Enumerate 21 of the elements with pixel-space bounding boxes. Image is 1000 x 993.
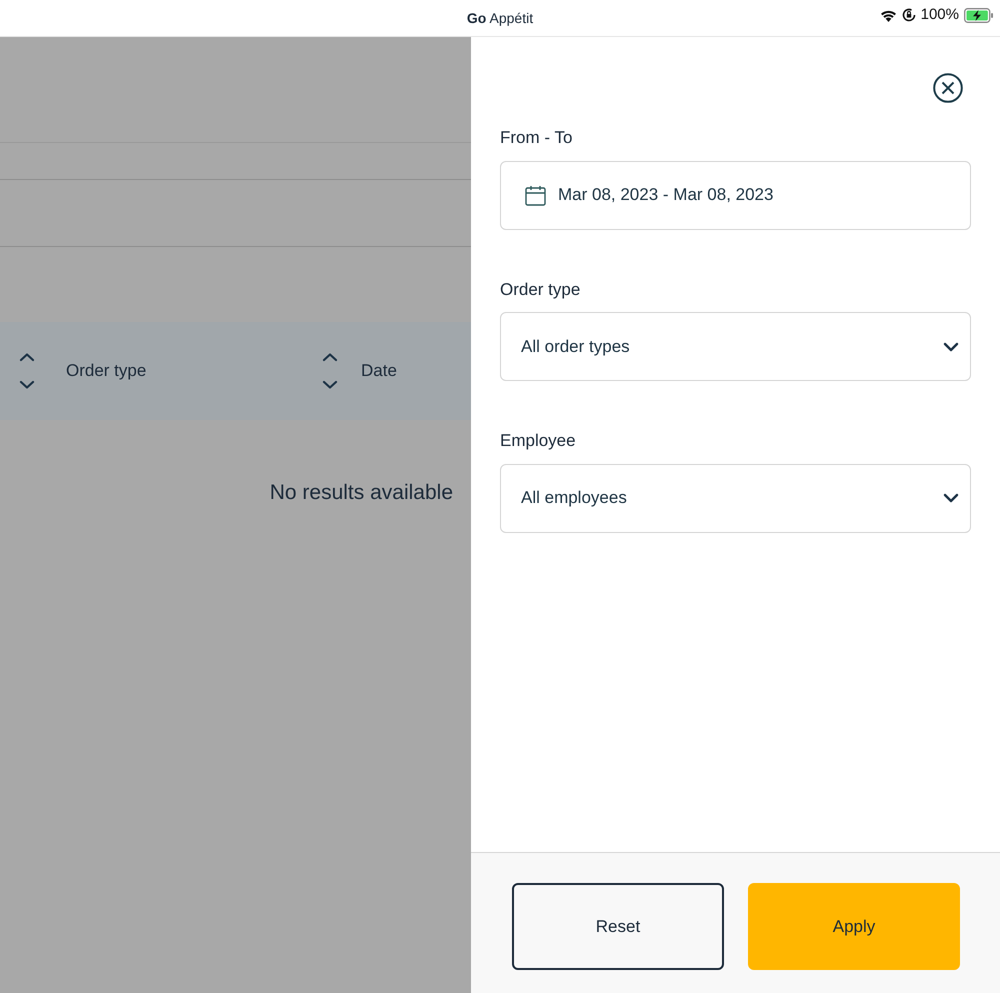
field-label: Order type (500, 278, 582, 300)
reset-button[interactable]: Reset (512, 883, 724, 970)
dropdown-field[interactable]: All order types (500, 312, 971, 381)
field-label: Employee (500, 430, 577, 452)
chevron-down-icon (943, 342, 959, 352)
column-header: Order type (66, 360, 146, 382)
wifi-icon (880, 8, 897, 22)
field-label: From - To (500, 127, 574, 149)
chevron-down-icon (943, 493, 959, 503)
column-header: Date (361, 360, 397, 382)
dropdown-field[interactable]: All employees (500, 464, 971, 532)
app-title: Go Appétit (466, 8, 534, 28)
close-icon[interactable] (933, 73, 963, 103)
apply-button[interactable]: Apply (748, 883, 960, 970)
battery-percent: 100% (920, 5, 959, 25)
date-range-field[interactable]: Mar 08, 2023 - Mar 08, 2023 (500, 160, 971, 230)
calendar-icon (525, 184, 546, 206)
sort-icon[interactable] (19, 353, 35, 389)
rotation-lock-icon (902, 8, 916, 22)
sort-icon[interactable] (322, 353, 338, 389)
empty-message: No results available (270, 480, 453, 506)
